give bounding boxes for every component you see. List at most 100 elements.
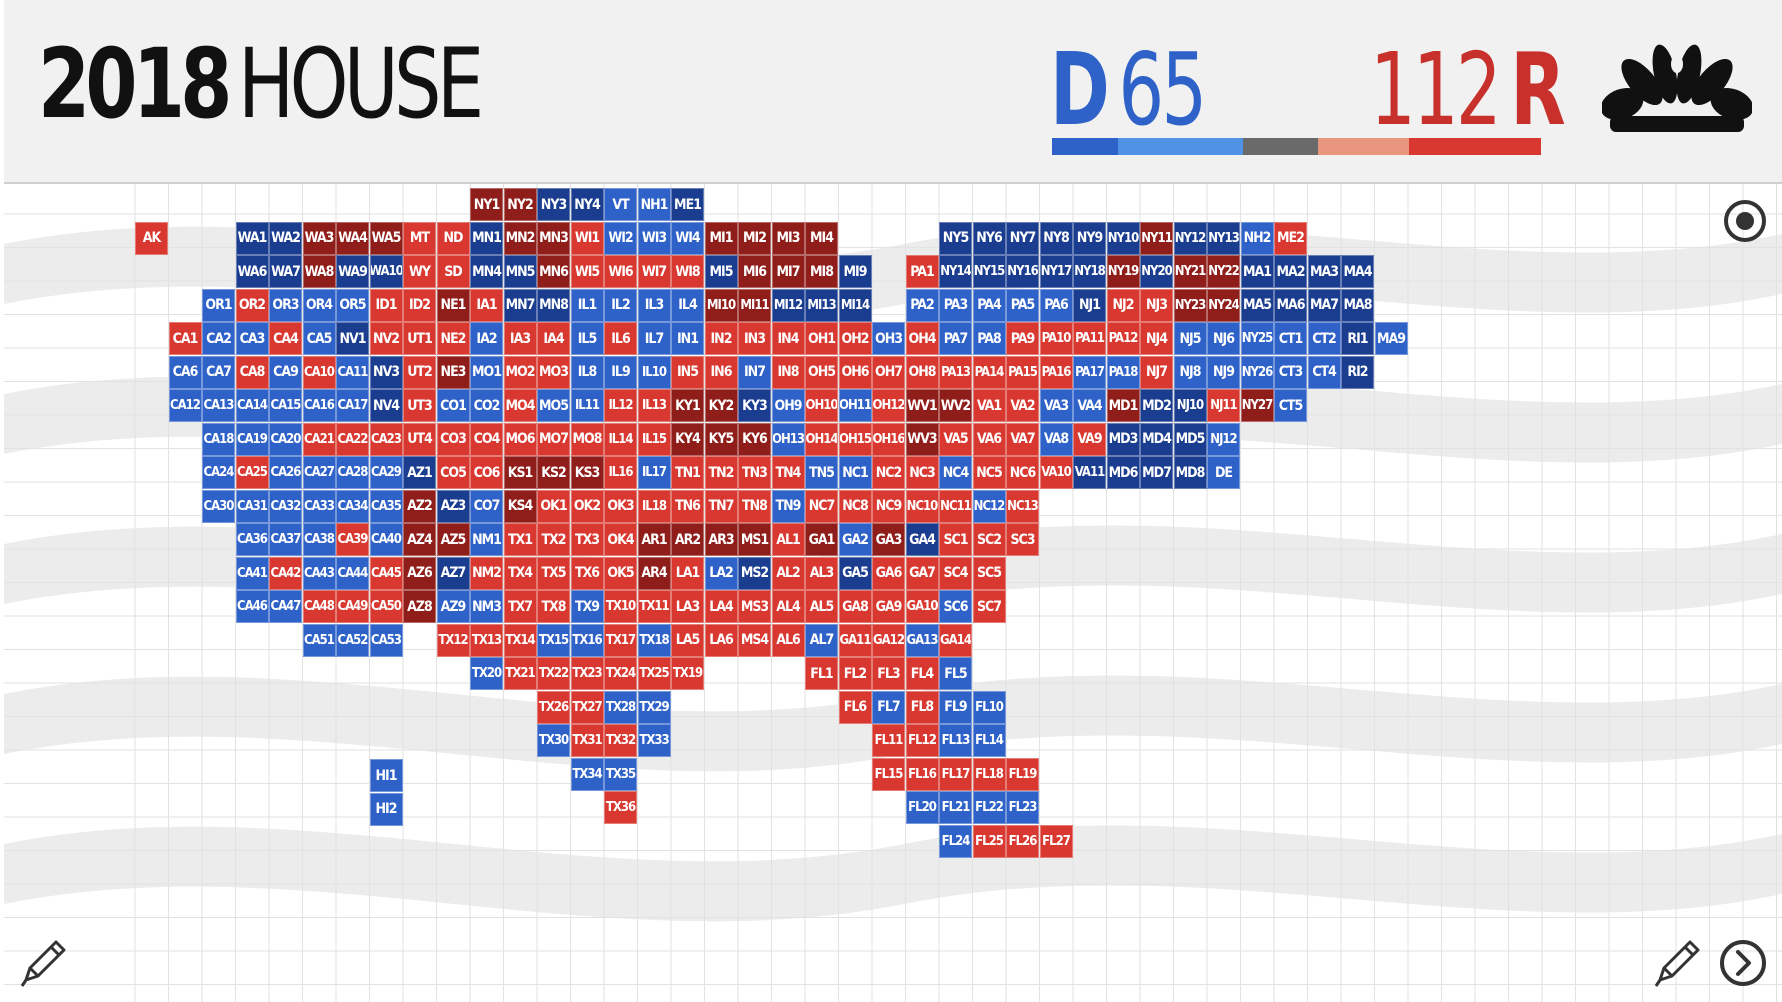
district-il6[interactable]: IL6 xyxy=(604,322,637,355)
district-or5[interactable]: OR5 xyxy=(336,288,369,322)
district-tx16[interactable]: TX16 xyxy=(570,623,604,657)
district-wv3[interactable]: WV3 xyxy=(905,422,939,456)
district-ca6[interactable]: CA6 xyxy=(168,355,202,389)
district-az7[interactable]: AZ7 xyxy=(436,556,470,590)
district-il12[interactable]: IL12 xyxy=(604,389,637,422)
district-tn7[interactable]: TN7 xyxy=(704,489,738,523)
district-ma3[interactable]: MA3 xyxy=(1307,255,1341,288)
district-ct2[interactable]: CT2 xyxy=(1307,322,1341,355)
district-az9[interactable]: AZ9 xyxy=(436,590,470,623)
district-nc5[interactable]: NC5 xyxy=(972,456,1006,489)
district-or2[interactable]: OR2 xyxy=(235,288,269,322)
district-ny5[interactable]: NY5 xyxy=(939,221,972,255)
district-mn7[interactable]: MN7 xyxy=(503,288,537,322)
district-az1[interactable]: AZ1 xyxy=(403,456,436,489)
district-fl10[interactable]: FL10 xyxy=(972,690,1006,724)
district-oh11[interactable]: OH11 xyxy=(838,389,872,422)
district-nh2[interactable]: NH2 xyxy=(1240,221,1274,255)
district-pa17[interactable]: PA17 xyxy=(1073,355,1106,389)
district-me1[interactable]: ME1 xyxy=(671,188,704,221)
district-nv2[interactable]: NV2 xyxy=(369,322,403,355)
district-ok4[interactable]: OK4 xyxy=(604,523,637,556)
district-wi5[interactable]: WI5 xyxy=(570,255,604,288)
district-tx25[interactable]: TX25 xyxy=(637,657,671,690)
district-md4[interactable]: MD4 xyxy=(1140,422,1173,456)
district-oh1[interactable]: OH1 xyxy=(805,322,838,355)
district-wv2[interactable]: WV2 xyxy=(939,389,972,422)
district-ny6[interactable]: NY6 xyxy=(972,221,1006,255)
district-oh14[interactable]: OH14 xyxy=(805,422,838,456)
district-ny7[interactable]: NY7 xyxy=(1006,221,1039,255)
district-nj10[interactable]: NJ10 xyxy=(1173,389,1207,422)
district-il8[interactable]: IL8 xyxy=(570,355,604,389)
district-pa3[interactable]: PA3 xyxy=(939,288,972,322)
district-fl20[interactable]: FL20 xyxy=(905,791,939,824)
district-oh15[interactable]: OH15 xyxy=(838,422,872,456)
district-ny27[interactable]: NY27 xyxy=(1240,389,1274,422)
district-sc4[interactable]: SC4 xyxy=(939,556,972,590)
district-pa14[interactable]: PA14 xyxy=(972,355,1006,389)
district-il17[interactable]: IL17 xyxy=(637,456,671,489)
district-sc3[interactable]: SC3 xyxy=(1006,523,1039,556)
district-ny22[interactable]: NY22 xyxy=(1207,255,1240,288)
district-mi11[interactable]: MI11 xyxy=(738,288,771,322)
district-in6[interactable]: IN6 xyxy=(704,355,738,389)
district-ca44[interactable]: CA44 xyxy=(336,556,369,590)
district-pa13[interactable]: PA13 xyxy=(939,355,972,389)
district-hi1[interactable]: HI1 xyxy=(369,759,403,793)
district-wi2[interactable]: WI2 xyxy=(604,221,637,255)
district-ny20[interactable]: NY20 xyxy=(1140,255,1173,288)
district-ny4[interactable]: NY4 xyxy=(570,188,604,221)
district-al1[interactable]: AL1 xyxy=(771,523,805,556)
district-tx28[interactable]: TX28 xyxy=(604,690,637,724)
district-wa1[interactable]: WA1 xyxy=(235,221,269,255)
district-ma6[interactable]: MA6 xyxy=(1274,288,1307,322)
district-tn1[interactable]: TN1 xyxy=(671,456,704,489)
district-fl7[interactable]: FL7 xyxy=(872,690,905,724)
district-ny11[interactable]: NY11 xyxy=(1140,221,1173,255)
district-nc2[interactable]: NC2 xyxy=(872,456,905,489)
district-md6[interactable]: MD6 xyxy=(1106,456,1140,489)
district-tx30[interactable]: TX30 xyxy=(537,724,570,757)
district-mn8[interactable]: MN8 xyxy=(537,288,570,322)
district-wa6[interactable]: WA6 xyxy=(235,255,269,288)
district-ut2[interactable]: UT2 xyxy=(403,355,436,389)
district-wi7[interactable]: WI7 xyxy=(637,255,671,288)
district-oh10[interactable]: OH10 xyxy=(805,389,838,422)
district-ca40[interactable]: CA40 xyxy=(369,523,403,556)
district-mi13[interactable]: MI13 xyxy=(805,288,838,322)
district-ny17[interactable]: NY17 xyxy=(1039,255,1073,288)
district-ca30[interactable]: CA30 xyxy=(202,489,235,523)
district-mn1[interactable]: MN1 xyxy=(470,221,503,255)
district-fl27[interactable]: FL27 xyxy=(1039,824,1073,858)
district-fl1[interactable]: FL1 xyxy=(805,657,838,690)
district-co2[interactable]: CO2 xyxy=(470,389,503,422)
district-ut1[interactable]: UT1 xyxy=(403,322,436,355)
district-il16[interactable]: IL16 xyxy=(604,456,637,489)
district-oh8[interactable]: OH8 xyxy=(905,355,939,389)
district-ca53[interactable]: CA53 xyxy=(369,623,403,657)
district-tx27[interactable]: TX27 xyxy=(570,690,604,724)
district-la6[interactable]: LA6 xyxy=(704,623,738,657)
district-pa4[interactable]: PA4 xyxy=(972,288,1006,322)
district-ms3[interactable]: MS3 xyxy=(738,590,771,623)
district-tx1[interactable]: TX1 xyxy=(503,523,537,556)
district-tx23[interactable]: TX23 xyxy=(570,657,604,690)
district-ca5[interactable]: CA5 xyxy=(302,322,336,355)
pencil-icon[interactable] xyxy=(1650,936,1704,990)
district-ks2[interactable]: KS2 xyxy=(537,456,570,489)
district-wv1[interactable]: WV1 xyxy=(905,389,939,422)
district-co5[interactable]: CO5 xyxy=(436,456,470,489)
district-ma4[interactable]: MA4 xyxy=(1341,255,1374,288)
district-ny14[interactable]: NY14 xyxy=(939,255,972,288)
district-ks1[interactable]: KS1 xyxy=(503,456,537,489)
district-nj5[interactable]: NJ5 xyxy=(1173,322,1207,355)
district-nc6[interactable]: NC6 xyxy=(1006,456,1039,489)
district-nj6[interactable]: NJ6 xyxy=(1207,322,1240,355)
district-fl13[interactable]: FL13 xyxy=(939,724,972,757)
district-mt[interactable]: MT xyxy=(403,221,436,255)
district-ca25[interactable]: CA25 xyxy=(235,456,269,489)
district-va9[interactable]: VA9 xyxy=(1073,422,1106,456)
district-co7[interactable]: CO7 xyxy=(470,489,503,523)
district-wi4[interactable]: WI4 xyxy=(671,221,704,255)
